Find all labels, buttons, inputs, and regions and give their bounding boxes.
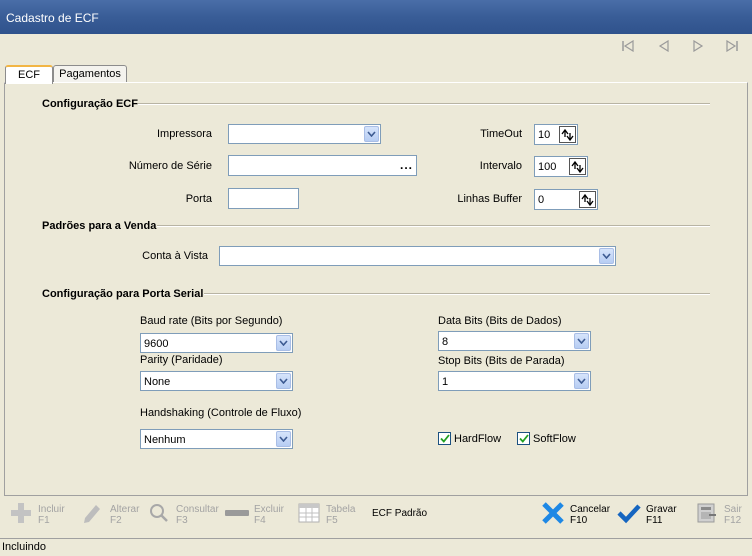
numero-serie-input[interactable]: ... [228, 155, 417, 176]
handshaking-label: Handshaking (Controle de Fluxo) [140, 407, 302, 419]
section-divider [138, 103, 710, 105]
cancelar-button[interactable]: Cancelar F10 [540, 500, 610, 534]
porta-input[interactable] [228, 188, 299, 209]
intervalo-spinner[interactable]: 100 [534, 156, 588, 177]
exit-door-icon [694, 500, 720, 526]
magnifier-icon [146, 500, 172, 526]
alterar-button[interactable]: Alterar F2 [80, 500, 139, 534]
chevron-down-icon[interactable] [574, 373, 589, 389]
section-title-venda: Padrões para a Venda [42, 220, 157, 232]
data-bits-label: Data Bits (Bits de Dados) [438, 315, 562, 327]
stop-bits-select[interactable]: 1 [438, 371, 591, 391]
impressora-label: Impressora [156, 128, 212, 140]
numero-serie-lookup-button[interactable]: ... [400, 158, 413, 172]
parity-label: Parity (Paridade) [140, 354, 223, 366]
previous-record-icon[interactable] [656, 39, 672, 53]
consultar-button[interactable]: Consultar F3 [146, 500, 219, 534]
spin-arrows-icon[interactable] [559, 126, 576, 143]
section-title-ecf-config: Configuração ECF [42, 98, 138, 110]
timeout-label: TimeOut [480, 128, 522, 140]
data-bits-select[interactable]: 8 [438, 331, 591, 351]
first-record-icon[interactable] [620, 39, 636, 53]
table-icon [296, 500, 322, 526]
section-divider [204, 293, 710, 295]
chevron-down-icon[interactable] [364, 126, 379, 142]
timeout-spinner[interactable]: 10 [534, 124, 578, 145]
conta-vista-label: Conta à Vista [142, 250, 208, 262]
action-toolbar: Incluir F1 Alterar F2 Consultar F3 Excluir F… [0, 496, 752, 538]
cancel-x-icon [540, 500, 566, 526]
section-divider [157, 225, 710, 227]
last-record-icon[interactable] [724, 39, 740, 53]
excluir-button[interactable]: Excluir F4 [224, 500, 284, 534]
window-title: Cadastro de ECF [6, 11, 99, 25]
section-title-serial: Configuração para Porta Serial [42, 288, 204, 300]
chevron-down-icon[interactable] [276, 431, 291, 447]
chevron-down-icon[interactable] [276, 335, 291, 351]
spin-arrows-icon[interactable] [569, 158, 586, 175]
gravar-button[interactable]: Gravar F11 [616, 500, 677, 534]
linhas-buffer-label: Linhas Buffer [457, 193, 522, 205]
status-bar: Incluindo [0, 538, 752, 556]
chevron-down-icon[interactable] [574, 333, 589, 349]
parity-select[interactable]: None [140, 371, 293, 391]
hardflow-label: HardFlow [454, 432, 502, 445]
pencil-icon [80, 500, 106, 526]
baud-rate-select[interactable]: 9600 [140, 333, 293, 353]
stop-bits-label: Stop Bits (Bits de Parada) [438, 355, 565, 367]
checkmark-icon[interactable] [438, 432, 451, 445]
checkmark-icon [616, 500, 642, 526]
hardflow-checkbox[interactable]: HardFlow [438, 432, 501, 445]
incluir-button[interactable]: Incluir F1 [8, 500, 65, 534]
tab-pagamentos[interactable]: Pagamentos [53, 65, 127, 83]
ecf-padrao-button[interactable]: ECF Padrão [372, 500, 427, 534]
plus-icon [8, 500, 34, 526]
numero-serie-label: Número de Série [128, 160, 212, 172]
porta-label: Porta [185, 193, 212, 205]
tab-ecf[interactable]: ECF [5, 65, 53, 84]
conta-vista-select[interactable] [219, 246, 616, 266]
spin-arrows-icon[interactable] [579, 191, 596, 208]
tabela-button[interactable]: Tabela F5 [296, 500, 355, 534]
linhas-buffer-spinner[interactable]: 0 [534, 189, 598, 210]
sair-button[interactable]: Sair F12 [694, 500, 742, 534]
next-record-icon[interactable] [690, 39, 706, 53]
record-navigation-bar [0, 34, 752, 60]
impressora-select[interactable] [228, 124, 381, 144]
status-text: Incluindo [2, 541, 47, 553]
chevron-down-icon[interactable] [599, 248, 614, 264]
minus-icon [224, 500, 250, 526]
chevron-down-icon[interactable] [276, 373, 291, 389]
checkmark-icon[interactable] [517, 432, 530, 445]
softflow-label: SoftFlow [533, 432, 576, 445]
intervalo-label: Intervalo [479, 160, 522, 172]
title-bar: Cadastro de ECF [0, 0, 752, 34]
handshaking-select[interactable]: Nenhum [140, 429, 293, 449]
softflow-checkbox[interactable]: SoftFlow [517, 432, 576, 445]
baud-rate-label: Baud rate (Bits por Segundo) [140, 315, 283, 327]
